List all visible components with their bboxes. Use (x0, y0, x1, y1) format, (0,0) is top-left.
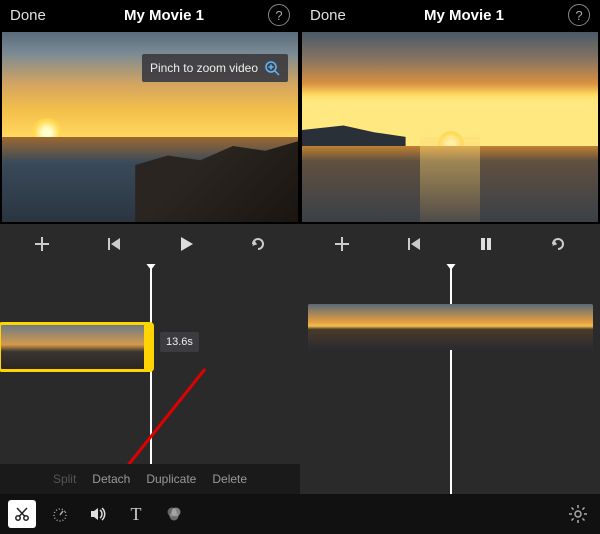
prev-frame-button[interactable] (99, 229, 129, 259)
speed-tool[interactable] (46, 500, 74, 528)
play-button[interactable] (171, 229, 201, 259)
playhead[interactable] (150, 264, 152, 494)
screen-right: Done My Movie 1 ? (300, 0, 600, 534)
video-clip[interactable] (308, 304, 593, 350)
help-button[interactable]: ? (268, 4, 290, 26)
header: Done My Movie 1 ? (300, 0, 600, 30)
settings-button[interactable] (564, 500, 592, 528)
video-clip-selected[interactable] (0, 324, 152, 370)
scissors-tool[interactable] (8, 500, 36, 528)
undo-button[interactable] (543, 229, 573, 259)
transport-bar (300, 224, 600, 264)
split-option[interactable]: Split (53, 472, 76, 486)
clip-trim-handle[interactable] (144, 324, 152, 370)
undo-button[interactable] (243, 229, 273, 259)
pause-button[interactable] (471, 229, 501, 259)
bottom-toolbar (300, 494, 600, 534)
header: Done My Movie 1 ? (0, 0, 300, 30)
prev-frame-button[interactable] (399, 229, 429, 259)
done-button[interactable]: Done (10, 7, 60, 24)
volume-tool[interactable] (84, 500, 112, 528)
screen-left: Done My Movie 1 ? Pinch to zoom video (0, 0, 300, 534)
add-media-button[interactable] (327, 229, 357, 259)
timeline[interactable] (300, 264, 600, 494)
playhead[interactable] (450, 264, 452, 494)
project-title: My Movie 1 (60, 7, 268, 24)
tooltip-text: Pinch to zoom video (150, 61, 258, 75)
zoom-in-icon[interactable] (264, 60, 280, 76)
transport-bar (0, 224, 300, 264)
done-button[interactable]: Done (310, 7, 360, 24)
video-preview[interactable] (302, 32, 598, 222)
bottom-toolbar: T (0, 494, 300, 534)
delete-option[interactable]: Delete (212, 472, 247, 486)
filters-tool[interactable] (160, 500, 188, 528)
titles-tool[interactable]: T (122, 500, 150, 528)
timeline[interactable]: 13.6s Split Detach Duplicate Delete (0, 264, 300, 494)
help-button[interactable]: ? (568, 4, 590, 26)
clip-edit-menu: Split Detach Duplicate Delete (0, 464, 300, 494)
zoom-tooltip: Pinch to zoom video (142, 54, 288, 82)
clip-duration-label: 13.6s (160, 332, 199, 352)
add-media-button[interactable] (27, 229, 57, 259)
detach-option[interactable]: Detach (92, 472, 130, 486)
project-title: My Movie 1 (360, 7, 568, 24)
video-preview[interactable]: Pinch to zoom video (2, 32, 298, 222)
duplicate-option[interactable]: Duplicate (146, 472, 196, 486)
